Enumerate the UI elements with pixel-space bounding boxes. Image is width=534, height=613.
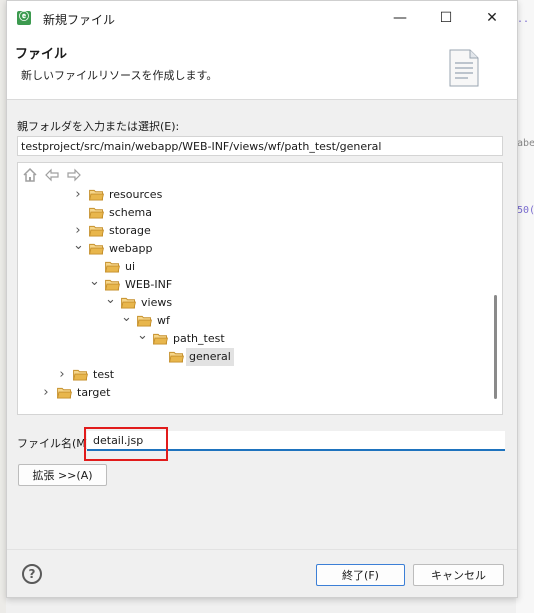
new-file-icon bbox=[449, 49, 479, 87]
tree-item-label: schema bbox=[109, 206, 152, 219]
background-text: .. bbox=[517, 14, 530, 25]
home-icon[interactable] bbox=[22, 167, 38, 183]
help-icon[interactable]: ? bbox=[22, 564, 42, 584]
tree-item-label: path_test bbox=[173, 332, 225, 345]
parent-folder-input[interactable]: testproject/src/main/webapp/WEB-INF/view… bbox=[17, 136, 503, 156]
folder-icon bbox=[137, 315, 152, 327]
footer-separator bbox=[7, 549, 517, 550]
cancel-button[interactable]: キャンセル bbox=[413, 564, 504, 586]
tree-item-label: wf bbox=[157, 314, 170, 327]
chevron-down-icon[interactable]: ⌄ bbox=[137, 327, 148, 345]
new-file-dialog: ⓔ 新規ファイル — ☐ ✕ ファイル 新しいファイルリソースを作成します。 親… bbox=[6, 0, 518, 598]
wizard-title: ファイル bbox=[15, 47, 68, 62]
maximize-button[interactable]: ☐ bbox=[423, 3, 469, 33]
title-bar: ⓔ 新規ファイル — ☐ ✕ bbox=[7, 1, 517, 35]
window-title: 新規ファイル bbox=[43, 13, 116, 27]
highlight-annotation-box bbox=[84, 427, 168, 461]
eclipse-app-icon: ⓔ bbox=[17, 11, 31, 25]
finish-button[interactable]: 終了(F) bbox=[316, 564, 405, 586]
folder-icon bbox=[169, 351, 184, 363]
tree-item-label: webapp bbox=[109, 242, 153, 255]
chevron-down-icon[interactable]: ⌄ bbox=[89, 273, 100, 291]
tree-item-label: test bbox=[93, 368, 115, 381]
tree-item-label: general bbox=[186, 348, 234, 366]
tree-item-label: WEB-INF bbox=[125, 278, 173, 291]
background-text: abe bbox=[517, 138, 534, 149]
folder-tree[interactable]: › resources schema › storage ⌄ webapp ui ⌄ WEB-IN… bbox=[17, 162, 503, 415]
tree-item-label: target bbox=[77, 386, 111, 399]
folder-icon bbox=[57, 387, 72, 399]
minimize-button[interactable]: — bbox=[377, 3, 423, 33]
file-name-label: ファイル名(M): bbox=[17, 437, 94, 450]
folder-icon bbox=[89, 225, 104, 237]
back-arrow-icon[interactable] bbox=[44, 167, 60, 183]
folder-icon bbox=[105, 279, 120, 291]
chevron-down-icon[interactable]: ⌄ bbox=[73, 237, 84, 255]
background-text: 50( bbox=[517, 205, 534, 216]
advanced-button[interactable]: 拡張 >>(A) bbox=[18, 464, 107, 486]
background-editor-right bbox=[516, 0, 534, 613]
folder-icon bbox=[121, 297, 136, 309]
wizard-description: 新しいファイルリソースを作成します。 bbox=[21, 69, 218, 82]
scrollbar-thumb[interactable] bbox=[494, 295, 497, 399]
chevron-down-icon[interactable]: ⌄ bbox=[121, 309, 132, 327]
folder-icon bbox=[105, 261, 120, 273]
folder-icon bbox=[89, 243, 104, 255]
folder-icon bbox=[73, 369, 88, 381]
chevron-right-icon[interactable]: › bbox=[41, 384, 51, 402]
folder-icon bbox=[89, 189, 104, 201]
tree-scrollbar[interactable] bbox=[490, 187, 500, 413]
chevron-down-icon[interactable]: ⌄ bbox=[105, 291, 116, 309]
folder-icon bbox=[89, 207, 104, 219]
tree-item-label: resources bbox=[109, 188, 163, 201]
chevron-right-icon[interactable]: › bbox=[57, 366, 67, 384]
close-button[interactable]: ✕ bbox=[469, 3, 515, 33]
wizard-header: ファイル 新しいファイルリソースを作成します。 bbox=[7, 35, 517, 100]
forward-arrow-icon[interactable] bbox=[66, 167, 82, 183]
tree-item-label: ui bbox=[125, 260, 136, 273]
tree-item-label: views bbox=[141, 296, 173, 309]
tree-item-label: storage bbox=[109, 224, 151, 237]
parent-folder-label: 親フォルダを入力または選択(E): bbox=[17, 120, 180, 133]
folder-icon bbox=[153, 333, 168, 345]
chevron-right-icon[interactable]: › bbox=[73, 186, 83, 204]
